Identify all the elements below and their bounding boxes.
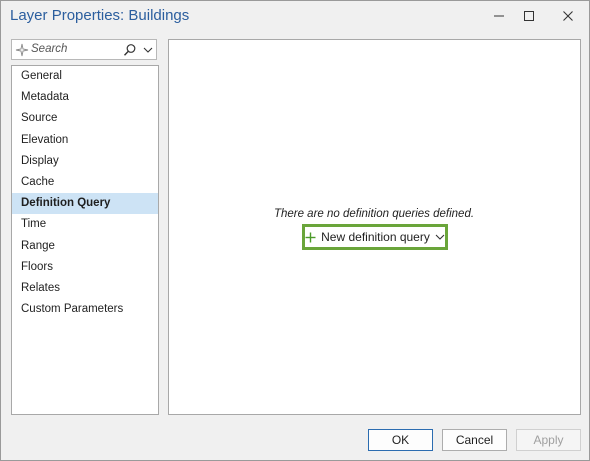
maximize-button[interactable] [518,5,540,27]
sidebar-item-definition-query[interactable]: Definition Query [12,193,158,215]
new-definition-query-button-content: New definition query [305,230,445,244]
new-definition-query-button[interactable]: New definition query [302,224,448,250]
cancel-button[interactable]: Cancel [442,429,507,451]
sparkle-icon [15,43,29,57]
search-placeholder: Search [31,43,68,55]
apply-button[interactable]: Apply [516,429,581,451]
sidebar-item-custom-parameters[interactable]: Custom Parameters [12,299,158,320]
sidebar-item-general[interactable]: General [12,66,158,87]
sidebar-item-metadata[interactable]: Metadata [12,87,158,108]
chevron-down-icon[interactable] [143,45,153,55]
ok-button[interactable]: OK [368,429,433,451]
search-input[interactable]: Search [11,39,157,60]
sidebar-item-source[interactable]: Source [12,108,158,129]
plus-icon [305,232,316,242]
window-title: Layer Properties: Buildings [10,7,190,24]
close-button[interactable] [557,5,579,27]
close-icon [563,11,573,21]
minimize-icon [494,15,504,17]
sidebar-item-floors[interactable]: Floors [12,257,158,278]
sidebar-nav: General Metadata Source Elevation Displa… [11,65,159,415]
minimize-button[interactable] [488,5,510,27]
sidebar-item-display[interactable]: Display [12,151,158,172]
empty-state-message: There are no definition queries defined. [273,208,475,220]
sidebar-item-range[interactable]: Range [12,236,158,257]
content-panel: There are no definition queries defined.… [168,39,581,415]
sidebar-item-time[interactable]: Time [12,214,158,235]
layer-properties-dialog: Layer Properties: Buildings Search Gener… [0,0,590,461]
chevron-down-icon[interactable] [435,232,445,242]
sidebar-item-elevation[interactable]: Elevation [12,130,158,151]
title-bar: Layer Properties: Buildings [1,1,589,33]
maximize-icon [524,11,534,21]
sidebar-item-relates[interactable]: Relates [12,278,158,299]
new-definition-query-label: New definition query [321,230,430,244]
search-icon[interactable] [123,43,137,57]
sidebar-item-cache[interactable]: Cache [12,172,158,193]
